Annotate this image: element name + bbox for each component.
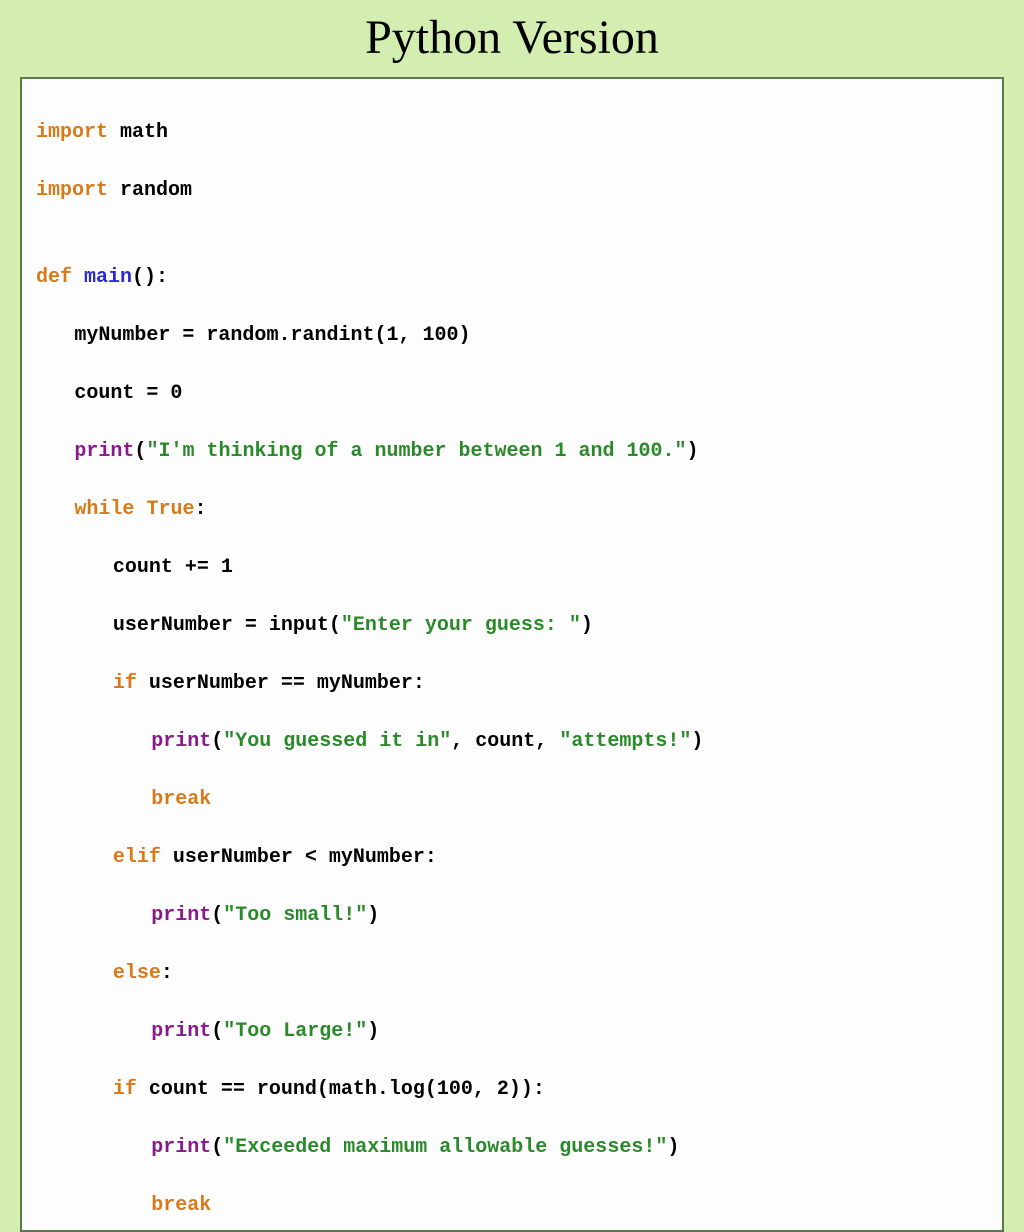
code-line: print("Too small!") [36, 901, 988, 930]
code-text: (): [132, 266, 168, 289]
code-line: import random [36, 176, 988, 205]
kw-if: if [113, 672, 137, 695]
string: "I'm thinking of a number between 1 and … [146, 440, 686, 463]
kw-true: True [146, 498, 194, 521]
code-line: def main(): [36, 263, 988, 292]
code-block: import math import random def main(): my… [20, 77, 1004, 1232]
code-line: print("Exceeded maximum allowable guesse… [36, 1133, 988, 1162]
code-line: if count == round(math.log(100, 2)): [36, 1075, 988, 1104]
kw-print: print [151, 1136, 211, 1159]
code-line: userNumber = input("Enter your guess: ") [36, 611, 988, 640]
kw-break: break [151, 1194, 211, 1217]
kw-import: import [36, 121, 108, 144]
code-line: print("Too Large!") [36, 1017, 988, 1046]
code-text: ( [211, 730, 223, 753]
code-text: userNumber == myNumber: [137, 672, 425, 695]
code-line: count = 0 [36, 379, 988, 408]
code-text: ) [581, 614, 593, 637]
code-text: count == round(math.log(100, 2)): [137, 1078, 545, 1101]
code-line: break [36, 785, 988, 814]
code-text: userNumber < myNumber: [161, 846, 437, 869]
code-text: math [108, 121, 168, 144]
code-text: random [108, 179, 192, 202]
kw-break: break [151, 788, 211, 811]
slide-title: Python Version [20, 10, 1004, 65]
string: "Too Large!" [223, 1020, 367, 1043]
code-line: while True: [36, 495, 988, 524]
code-text: : [194, 498, 206, 521]
string: "Enter your guess: " [341, 614, 581, 637]
kw-while: while [74, 498, 134, 521]
kw-print: print [74, 440, 134, 463]
kw-import: import [36, 179, 108, 202]
code-text [134, 498, 146, 521]
code-line: else: [36, 959, 988, 988]
string: "Too small!" [223, 904, 367, 927]
string: "attempts!" [559, 730, 691, 753]
code-line: print("I'm thinking of a number between … [36, 437, 988, 466]
code-text: ) [367, 1020, 379, 1043]
kw-elif: elif [113, 846, 161, 869]
kw-if: if [113, 1078, 137, 1101]
kw-print: print [151, 904, 211, 927]
code-text [72, 266, 84, 289]
code-line: elif userNumber < myNumber: [36, 843, 988, 872]
code-text: , count, [451, 730, 559, 753]
code-text: ( [211, 904, 223, 927]
code-text: ) [687, 440, 699, 463]
kw-print: print [151, 1020, 211, 1043]
code-text: ) [367, 904, 379, 927]
code-line: break [36, 1191, 988, 1220]
code-line: if userNumber == myNumber: [36, 669, 988, 698]
code-text: ( [134, 440, 146, 463]
code-text: ( [211, 1136, 223, 1159]
code-line: import math [36, 118, 988, 147]
code-text: ) [691, 730, 703, 753]
code-text: ( [211, 1020, 223, 1043]
code-text: userNumber = input( [113, 614, 341, 637]
code-line: count += 1 [36, 553, 988, 582]
slide: Python Version import math import random… [0, 0, 1024, 768]
code-text: : [161, 962, 173, 985]
fn-name: main [84, 266, 132, 289]
code-line: myNumber = random.randint(1, 100) [36, 321, 988, 350]
kw-else: else [113, 962, 161, 985]
kw-def: def [36, 266, 72, 289]
string: "You guessed it in" [223, 730, 451, 753]
code-line: print("You guessed it in", count, "attem… [36, 727, 988, 756]
string: "Exceeded maximum allowable guesses!" [223, 1136, 667, 1159]
kw-print: print [151, 730, 211, 753]
code-text: ) [667, 1136, 679, 1159]
